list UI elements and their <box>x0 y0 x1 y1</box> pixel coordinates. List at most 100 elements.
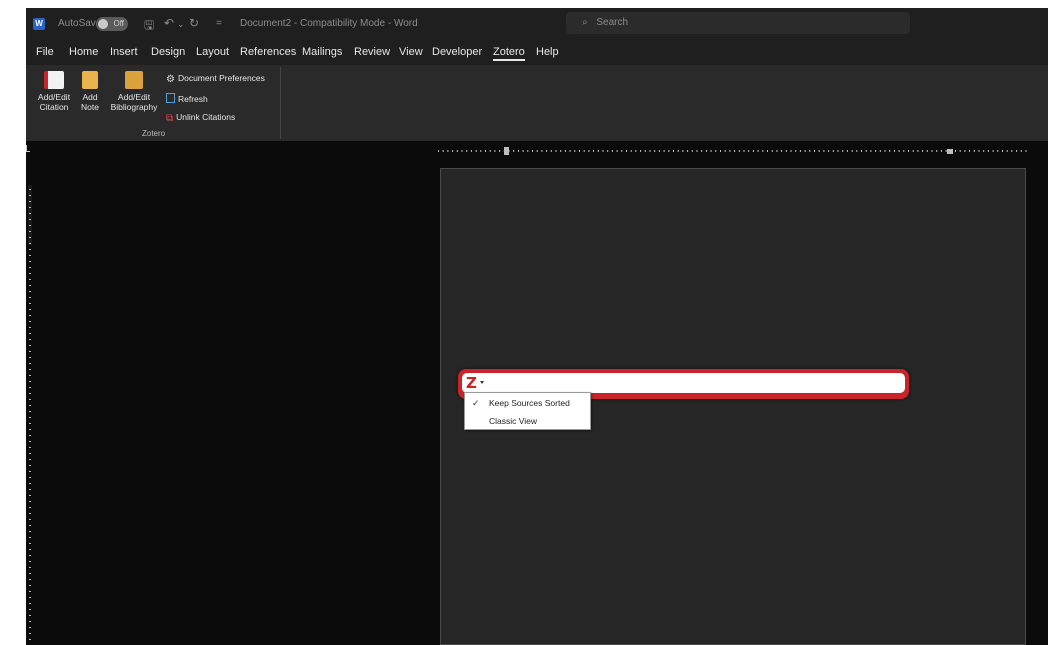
add-edit-citation-button[interactable]: Add/Edit Citation <box>32 71 76 112</box>
ruler-tick <box>29 327 31 328</box>
tab-design[interactable]: Design <box>151 46 185 58</box>
document-preferences-button[interactable]: ⚙ Document Preferences <box>166 73 265 85</box>
ruler-tick <box>978 150 980 152</box>
ruler-tick <box>522 150 524 152</box>
autosave-toggle[interactable]: Off <box>96 17 128 31</box>
ruler-tick <box>635 150 637 152</box>
ruler-tick <box>29 393 31 394</box>
ruler-tick <box>29 447 31 448</box>
tab-help[interactable]: Help <box>536 46 559 58</box>
ruler-tick <box>29 279 31 280</box>
undo-icon[interactable]: ↶ <box>164 16 174 30</box>
redo-icon[interactable]: ↻ <box>189 16 199 30</box>
tab-review[interactable]: Review <box>354 46 390 58</box>
ruler-tick <box>710 150 712 152</box>
add-edit-bibliography-button[interactable]: Add/Edit Bibliography <box>106 71 162 112</box>
tab-references[interactable]: References <box>240 46 296 58</box>
ruler-tick <box>527 150 529 152</box>
ruler-tick <box>818 150 820 152</box>
ruler-tick <box>583 150 585 152</box>
vertical-ruler[interactable] <box>26 185 34 645</box>
ruler-tick <box>640 150 642 152</box>
ruler-tick <box>536 150 538 152</box>
zotero-logo-icon[interactable]: Z <box>466 375 477 391</box>
citation-icon <box>44 71 64 89</box>
ruler-tick <box>701 150 703 152</box>
citation-search-field[interactable]: Z <box>462 373 905 393</box>
ruler-tick <box>29 363 31 364</box>
tab-developer[interactable]: Developer <box>432 46 482 58</box>
tab-home[interactable]: Home <box>69 46 98 58</box>
ruler-tick <box>29 573 31 574</box>
word-window: W AutoSave Off 🖫 ↶ ⌄ ↻ = Document2 - Com… <box>26 8 1048 645</box>
ruler-tick <box>893 150 895 152</box>
add-note-button[interactable]: Add Note <box>76 71 104 112</box>
menu-item-classic-view[interactable]: Classic View <box>489 416 537 426</box>
ruler-tick <box>29 549 31 550</box>
ruler-tick <box>983 150 985 152</box>
ruler-tick <box>29 267 31 268</box>
horizontal-ruler[interactable] <box>436 147 1030 155</box>
ruler-tick <box>908 150 909 152</box>
tab-file[interactable]: File <box>36 46 54 58</box>
tab-insert[interactable]: Insert <box>110 46 138 58</box>
tab-zotero[interactable]: Zotero <box>493 46 525 61</box>
undo-dropdown-icon[interactable]: ⌄ <box>177 19 185 30</box>
ribbon-tabs: File Home Insert Design Layout Reference… <box>26 40 1048 65</box>
ruler-tick <box>29 531 31 532</box>
ruler-tick <box>842 150 844 152</box>
ruler-tick <box>1025 150 1027 152</box>
chevron-down-icon[interactable] <box>480 381 484 384</box>
ruler-tick <box>720 150 721 152</box>
ruler-tick <box>447 150 449 152</box>
ruler-tick <box>438 150 439 152</box>
menu-item-keep-sources-sorted[interactable]: Keep Sources Sorted <box>489 398 570 408</box>
ruler-tick <box>767 150 768 152</box>
ruler-tick <box>470 150 472 152</box>
ruler-tick <box>828 150 830 152</box>
tab-mailings[interactable]: Mailings <box>302 46 342 58</box>
ruler-tick <box>922 150 924 152</box>
ruler-tick <box>837 150 839 152</box>
ruler-tick <box>959 150 961 152</box>
word-app-icon: W <box>33 18 45 30</box>
ruler-tick <box>442 150 444 152</box>
tab-layout[interactable]: Layout <box>196 46 229 58</box>
ruler-tick <box>1006 150 1008 152</box>
customize-quick-access-icon[interactable]: = <box>216 18 222 29</box>
ruler-tick <box>748 150 750 152</box>
ruler-tick <box>489 150 491 152</box>
save-icon[interactable]: 🖫 <box>144 16 154 37</box>
ruler-tick <box>870 150 872 152</box>
search-box[interactable]: ⌕ Search <box>566 12 910 34</box>
ruler-tick <box>29 291 31 292</box>
ruler-tick <box>29 189 31 190</box>
ruler-tick <box>715 150 717 152</box>
ruler-tick <box>29 345 31 346</box>
tab-selector-icon[interactable] <box>26 145 30 152</box>
ruler-tick <box>1011 150 1013 152</box>
ruler-tick <box>29 513 31 514</box>
refresh-button[interactable]: Refresh <box>166 93 208 104</box>
ruler-tick <box>29 495 31 496</box>
ruler-tick <box>29 483 31 484</box>
ruler-tick <box>898 150 900 152</box>
ruler-tick <box>964 150 966 152</box>
ruler-tick <box>29 213 31 214</box>
ruler-tick <box>574 150 576 152</box>
tab-view[interactable]: View <box>399 46 423 58</box>
ruler-tick <box>738 150 740 152</box>
bibliography-icon <box>125 71 143 89</box>
unlink-citations-button[interactable]: ⧉ Unlink Citations <box>166 112 235 124</box>
ruler-tick <box>29 375 31 376</box>
ruler-tick <box>29 207 31 208</box>
ruler-tick <box>734 150 736 152</box>
title-bar: W AutoSave Off 🖫 ↶ ⌄ ↻ = Document2 - Com… <box>26 8 1048 40</box>
ruler-tick <box>673 150 674 152</box>
ruler-tick <box>29 633 31 634</box>
ruler-tick <box>513 150 515 152</box>
ruler-tick <box>832 150 834 152</box>
ruler-tick <box>29 285 31 286</box>
ruler-tick <box>29 237 31 238</box>
ruler-tick <box>461 150 463 152</box>
